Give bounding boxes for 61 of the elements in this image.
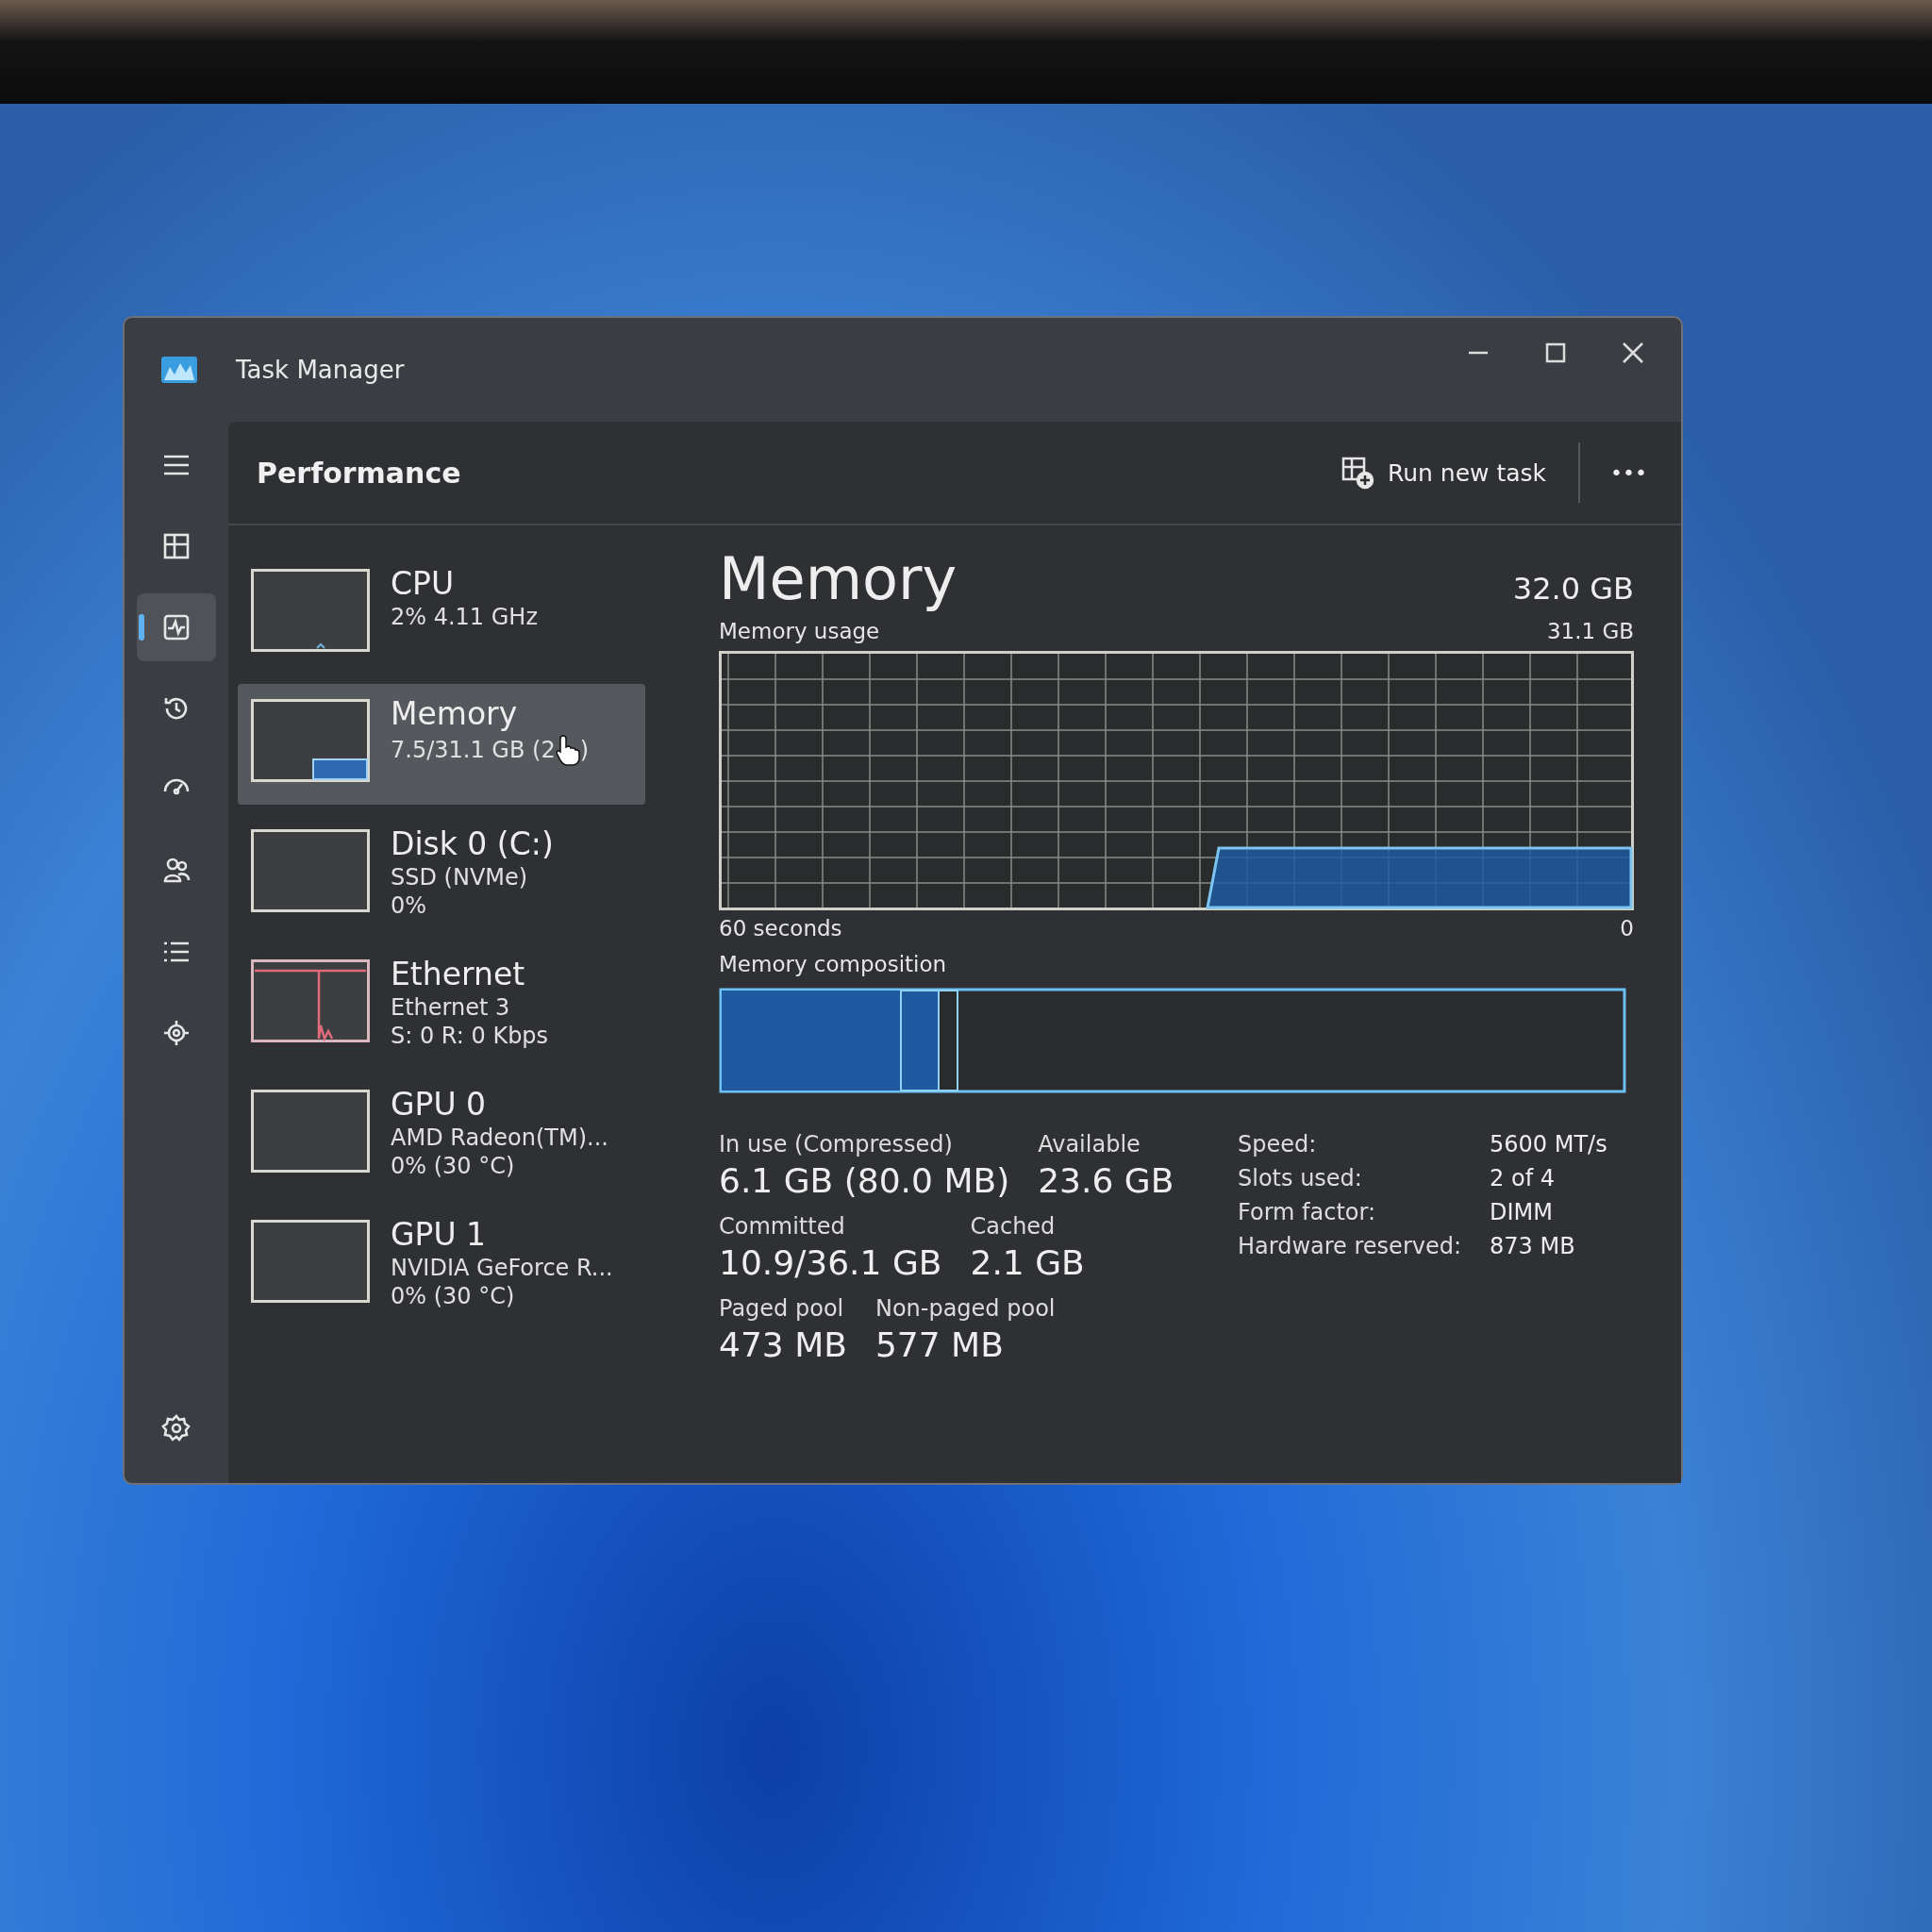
new-task-icon: [1340, 456, 1374, 490]
window-title: Task Manager: [236, 356, 405, 384]
stat-value: 577 MB: [874, 1325, 1005, 1364]
property-value: DIMM: [1490, 1199, 1555, 1225]
resource-detail: 0%: [391, 892, 428, 919]
property-value: 5600 MT/s: [1490, 1131, 1607, 1158]
resource-item[interactable]: Memory 7.5/31.1 GB (2 ): [238, 684, 645, 805]
detail-title: Memory: [719, 544, 958, 613]
stat-label: Available: [1038, 1131, 1141, 1158]
resource-item[interactable]: Disk 0 (C:) SSD (NVMe) 0%: [238, 814, 645, 935]
resource-detail: 0% (30 °C): [391, 1153, 516, 1179]
resource-item[interactable]: GPU 0 AMD Radeon(TM)... 0% (30 °C): [238, 1074, 645, 1195]
resource-detail: AMD Radeon(TM)...: [391, 1124, 608, 1151]
resource-detail: SSD (NVMe): [391, 864, 529, 891]
chart-label: Memory usage: [719, 619, 880, 643]
resource-name: Memory: [391, 695, 519, 732]
property-label: Hardware reserved:: [1238, 1233, 1462, 1259]
performance-nav-button[interactable]: [137, 593, 216, 661]
property-label: Form factor:: [1238, 1199, 1377, 1225]
more-options-button[interactable]: •••: [1599, 453, 1658, 492]
stat-value: 6.1 GB (80.0 MB): [719, 1161, 1010, 1200]
time-span-label: 60 seconds: [719, 916, 842, 941]
resource-detail-end: ): [579, 737, 590, 763]
resource-name: GPU 1: [391, 1216, 488, 1253]
total-memory: 32.0 GB: [1512, 571, 1634, 607]
property-label: Slots used:: [1238, 1165, 1363, 1191]
resource-detail: NVIDIA GeForce R...: [391, 1255, 613, 1281]
stat-value: 10.9/36.1 GB: [719, 1243, 942, 1282]
minimize-icon: [1469, 351, 1488, 355]
resource-item[interactable]: CPU 2% 4.11 GHz: [238, 554, 645, 675]
stat-value: 2.1 GB: [970, 1243, 1085, 1282]
resource-name: GPU 0: [391, 1086, 488, 1123]
resource-detail: S: 0 R: 0 Kbps: [391, 1023, 549, 1049]
app-chart-icon: [160, 356, 198, 384]
resource-detail: 7.5/31.1 GB (2: [391, 737, 556, 763]
resource-name: Ethernet: [391, 956, 526, 992]
chart-label: Memory composition: [719, 952, 947, 976]
resource-detail: 2% 4.11 GHz: [391, 604, 538, 630]
stat-label: Cached: [970, 1213, 1057, 1240]
hand-cursor-icon: [555, 734, 580, 766]
resource-name: CPU: [391, 565, 456, 602]
property-value: 2 of 4: [1490, 1165, 1556, 1191]
run-new-task-button[interactable]: Run new task: [1326, 448, 1560, 497]
stat-label: Non-paged pool: [874, 1295, 1056, 1322]
stat-label: Committed: [719, 1213, 846, 1240]
chart-max-label: 31.1 GB: [1546, 619, 1634, 643]
stat-label: Paged pool: [719, 1295, 845, 1322]
resource-item[interactable]: GPU 1 NVIDIA GeForce R... 0% (30 °C): [238, 1205, 645, 1325]
stat-value: 23.6 GB: [1038, 1161, 1174, 1200]
property-value: 873 MB: [1490, 1233, 1576, 1259]
resource-name: Disk 0 (C:): [391, 825, 554, 862]
resource-detail: 0% (30 °C): [391, 1283, 516, 1309]
page-title: Performance: [257, 456, 461, 490]
maximize-icon: [1543, 341, 1568, 365]
resource-item[interactable]: Ethernet Ethernet 3 S: 0 R: 0 Kbps: [238, 944, 645, 1065]
resource-detail: Ethernet 3: [391, 994, 511, 1021]
property-label: Speed:: [1238, 1131, 1318, 1158]
stat-label: In use (Compressed): [719, 1131, 954, 1158]
stat-value: 473 MB: [719, 1325, 847, 1364]
close-icon: [1621, 341, 1645, 365]
axis-zero-label: 0: [1620, 916, 1634, 941]
